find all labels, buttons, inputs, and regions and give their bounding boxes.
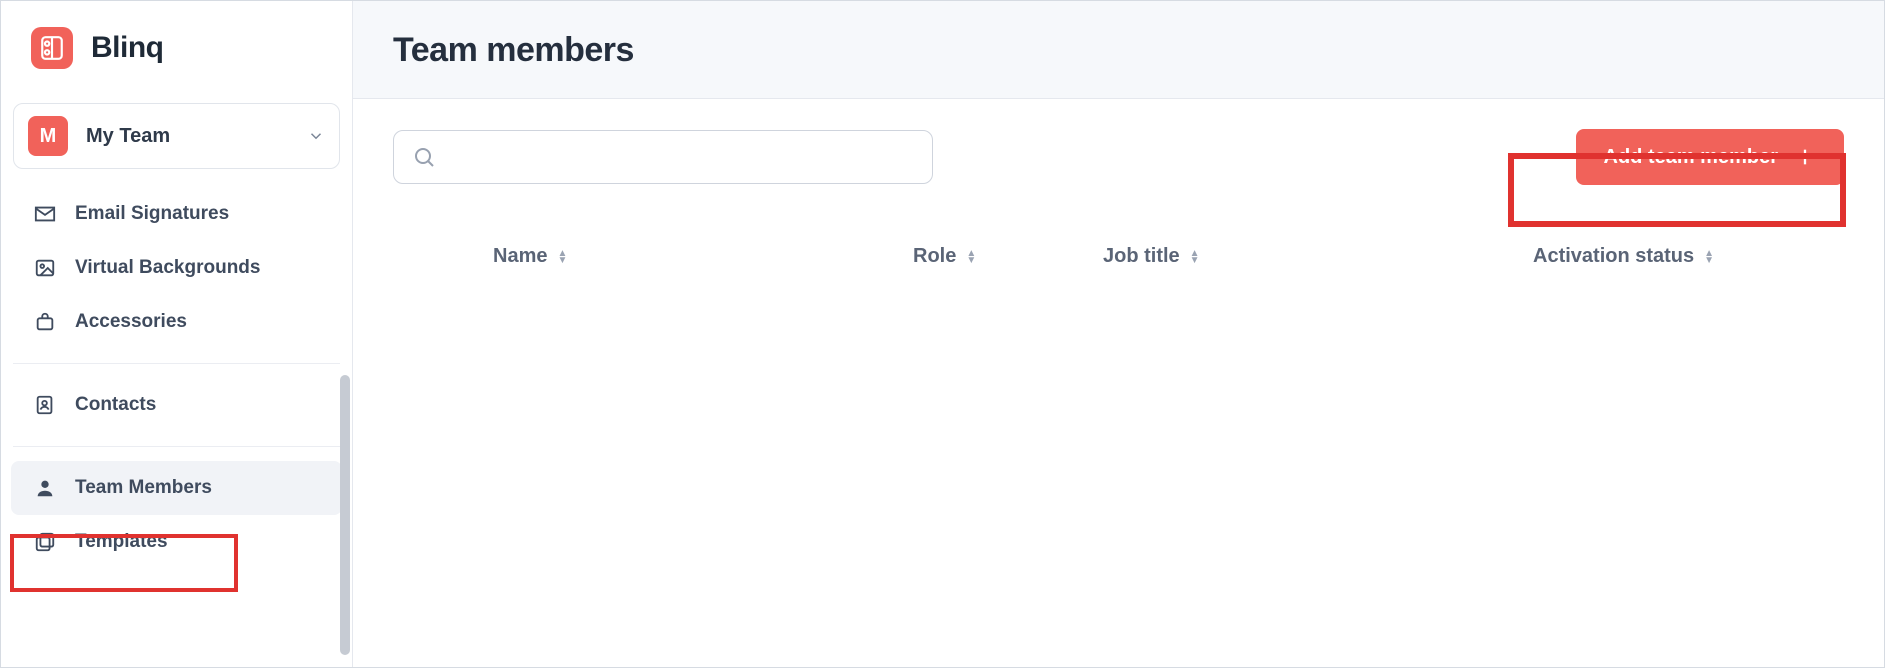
search-input[interactable] (448, 147, 914, 168)
column-label: Name (493, 245, 547, 268)
brand: Blinq (1, 1, 352, 83)
sort-icon: ▲▼ (1190, 250, 1200, 264)
templates-icon (33, 531, 57, 553)
sidebar-item-label: Templates (75, 531, 168, 553)
brand-name: Blinq (91, 31, 164, 65)
scrollbar-thumb[interactable] (340, 375, 350, 655)
image-icon (33, 257, 57, 279)
sort-icon: ▲▼ (557, 250, 567, 264)
page-title: Team members (393, 31, 1844, 70)
divider (13, 363, 340, 364)
sidebar: Blinq M My Team Email Signatures Virtual… (1, 1, 353, 667)
sidebar-nav: Email Signatures Virtual Backgrounds Acc… (1, 187, 352, 667)
search-icon (412, 145, 436, 169)
column-header-job-title[interactable]: Job title ▲▼ (1103, 245, 1483, 268)
sidebar-item-accessories[interactable]: Accessories (1, 295, 352, 349)
sidebar-item-email-signatures[interactable]: Email Signatures (1, 187, 352, 241)
sort-icon: ▲▼ (966, 250, 976, 264)
divider (13, 446, 340, 447)
bag-icon (33, 311, 57, 333)
sidebar-item-label: Team Members (75, 477, 212, 499)
team-selector[interactable]: M My Team (13, 103, 340, 169)
column-header-role[interactable]: Role ▲▼ (913, 245, 1103, 268)
sidebar-item-label: Virtual Backgrounds (75, 257, 260, 279)
plus-icon (1794, 146, 1816, 168)
sort-icon: ▲▼ (1704, 250, 1714, 264)
team-selector-name: My Team (86, 125, 289, 148)
sidebar-item-team-members[interactable]: Team Members (11, 461, 342, 515)
sidebar-item-label: Accessories (75, 311, 187, 333)
add-team-member-button[interactable]: Add team member (1576, 129, 1845, 185)
sidebar-item-label: Email Signatures (75, 203, 229, 225)
page-header: Team members (353, 1, 1884, 99)
search-box[interactable] (393, 130, 933, 184)
sidebar-item-label: Contacts (75, 394, 156, 416)
column-label: Activation status (1533, 245, 1694, 268)
add-team-member-label: Add team member (1604, 146, 1779, 169)
column-label: Job title (1103, 245, 1180, 268)
toolbar: Add team member (353, 99, 1884, 185)
team-avatar: M (28, 116, 68, 156)
chevron-down-icon (307, 127, 325, 145)
main-content: Team members Add team member Name ▲▼ Rol… (353, 1, 1884, 667)
user-icon (33, 477, 57, 499)
table-header: Name ▲▼ Role ▲▼ Job title ▲▼ Activation … (353, 185, 1884, 268)
contacts-icon (33, 394, 57, 416)
column-label: Role (913, 245, 956, 268)
mail-icon (33, 203, 57, 225)
sidebar-item-virtual-backgrounds[interactable]: Virtual Backgrounds (1, 241, 352, 295)
sidebar-item-contacts[interactable]: Contacts (1, 378, 352, 432)
column-header-name[interactable]: Name ▲▼ (493, 245, 913, 268)
sidebar-item-templates[interactable]: Templates (1, 515, 352, 569)
brand-logo-icon (31, 27, 73, 69)
column-header-activation-status[interactable]: Activation status ▲▼ (1533, 245, 1844, 268)
